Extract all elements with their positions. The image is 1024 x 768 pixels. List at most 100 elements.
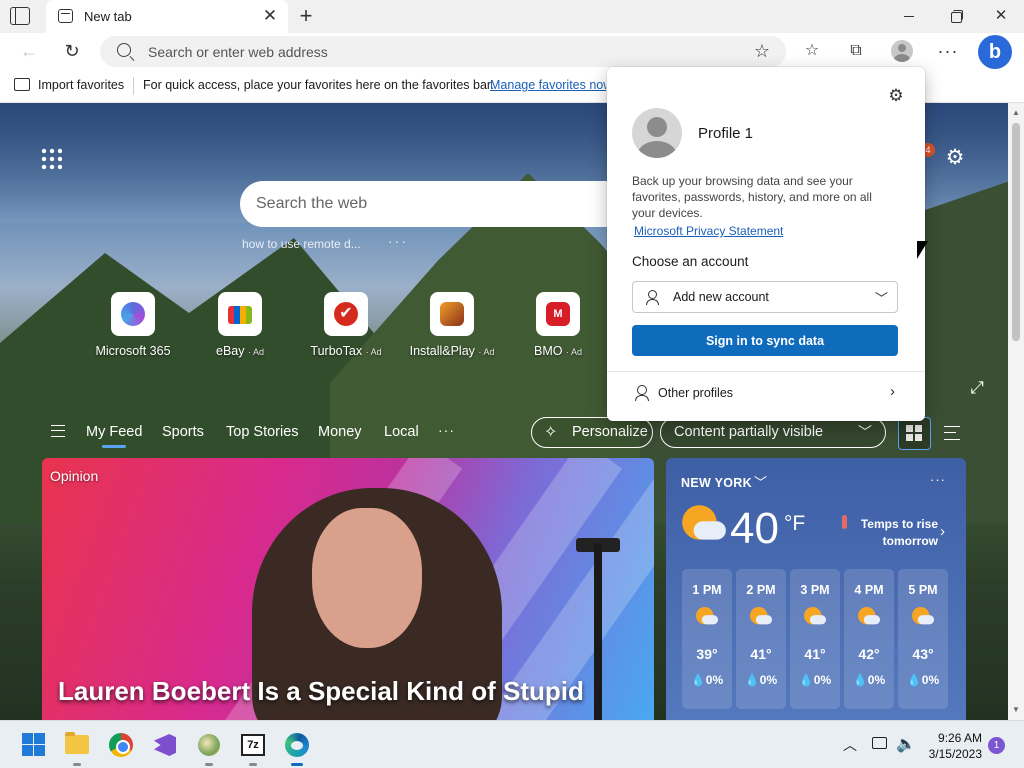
profile-name: Profile 1 <box>698 125 754 142</box>
profile-settings-icon[interactable]: ⚙ <box>887 87 905 105</box>
back-icon[interactable]: ← <box>14 37 44 65</box>
clock[interactable]: 9:26 AM 3/15/2023 <box>918 730 982 762</box>
tab-top-stories[interactable]: Top Stories <box>226 424 299 440</box>
tab-actions-icon[interactable] <box>10 7 30 25</box>
quick-link-label: Install&Play <box>409 344 475 358</box>
volume-icon[interactable]: 🔈 <box>896 734 916 754</box>
app-launcher-icon[interactable] <box>40 147 62 169</box>
turbotax-icon: ✔ <box>334 302 358 326</box>
quick-link-install-play[interactable]: Install&Play · Ad <box>399 292 505 358</box>
more-icon[interactable]: ··· <box>932 37 964 65</box>
tab-local[interactable]: Local <box>384 424 419 440</box>
manage-favorites-link[interactable]: Manage favorites now <box>490 78 606 92</box>
personalize-button[interactable]: ✧ Personalize <box>531 417 653 448</box>
chevron-right-icon[interactable]: › <box>940 523 945 540</box>
quick-link-tile <box>430 292 474 336</box>
tab-sports[interactable]: Sports <box>162 424 204 440</box>
app-icon <box>198 734 220 756</box>
forecast-temperature: 43° <box>912 646 934 662</box>
tab-my-feed[interactable]: My Feed <box>86 424 142 448</box>
sign-in-sync-button[interactable]: Sign in to sync data <box>632 325 898 356</box>
temperature-unit[interactable]: °F <box>784 512 805 536</box>
quick-link-turbotax[interactable]: ✔ TurboTax · Ad <box>293 292 399 358</box>
more-tabs-icon[interactable]: ··· <box>438 422 455 438</box>
person-icon <box>646 290 659 305</box>
refresh-icon[interactable]: ↻ <box>57 37 87 65</box>
import-favorites-button[interactable]: Import favorites <box>38 78 124 92</box>
quick-link-microsoft-365[interactable]: Microsoft 365 <box>80 292 186 358</box>
account-dropdown[interactable]: Add new account ﹀ <box>632 281 898 313</box>
scroll-thumb[interactable] <box>1012 123 1020 341</box>
scroll-down-icon[interactable]: ▼ <box>1008 704 1024 716</box>
edge-icon <box>285 733 309 757</box>
tab-new-tab[interactable]: New tab ✕ <box>46 0 288 33</box>
new-tab-icon[interactable]: + <box>294 4 318 28</box>
quick-link-bmo[interactable]: M BMO · Ad <box>505 292 611 358</box>
taskbar-app-button[interactable] <box>193 729 225 766</box>
chevron-down-icon[interactable]: ﹀ <box>754 472 767 491</box>
article-headline[interactable]: Lauren Boebert Is a Special Kind of Stup… <box>58 676 584 707</box>
visual-studio-button[interactable] <box>149 729 181 761</box>
bing-chat-icon[interactable]: b <box>978 35 1012 69</box>
thermometer-icon <box>842 515 847 529</box>
menu-icon[interactable] <box>51 425 65 437</box>
hourly-forecast[interactable]: 3 PM 41° 💧0% <box>790 569 840 709</box>
edge-button[interactable] <box>281 729 313 766</box>
hourly-forecast[interactable]: 1 PM 39° 💧0% <box>682 569 732 709</box>
weather-card[interactable]: NEW YORK ﹀ ··· 40 °F Temps to rise tomor… <box>666 458 966 720</box>
content-visibility-label: Content partially visible <box>674 424 824 440</box>
cloud-shape <box>809 615 827 625</box>
hourly-forecast[interactable]: 4 PM 42° 💧0% <box>844 569 894 709</box>
close-tab-icon[interactable]: ✕ <box>260 6 280 26</box>
grid-view-icon[interactable] <box>898 417 931 450</box>
trending-search[interactable]: how to use remote d... <box>242 237 361 251</box>
quick-link-ebay[interactable]: eBay · Ad <box>187 292 293 358</box>
list-view-icon[interactable] <box>944 426 960 440</box>
address-bar[interactable]: ☆ <box>100 36 786 67</box>
forecast-temperature: 39° <box>696 646 718 662</box>
partly-cloudy-icon <box>696 607 719 629</box>
bmo-icon: M <box>546 302 570 326</box>
web-search-input[interactable] <box>256 193 606 215</box>
hourly-forecast[interactable]: 2 PM 41° 💧0% <box>736 569 786 709</box>
avatar <box>632 108 682 158</box>
restore-button[interactable] <box>932 0 978 33</box>
chevron-down-icon: ﹀ <box>858 424 872 440</box>
trending-more-icon[interactable]: ··· <box>388 233 408 249</box>
7zip-button[interactable]: 7z <box>237 729 269 766</box>
other-profiles-button[interactable]: Other profiles › <box>607 372 925 414</box>
expand-icon[interactable]: ⤢ <box>968 379 986 397</box>
notification-badge[interactable]: 1 <box>988 737 1005 754</box>
weather-note[interactable]: Temps to rise tomorrow <box>858 516 938 550</box>
hourly-forecast[interactable]: 5 PM 43° 💧0% <box>898 569 948 709</box>
sparkle-edit-icon: ✧ <box>544 424 558 441</box>
tab-money[interactable]: Money <box>318 424 362 440</box>
more-icon[interactable]: ··· <box>930 472 946 487</box>
scroll-up-icon[interactable]: ▲ <box>1008 107 1024 119</box>
profile-button[interactable] <box>886 37 918 65</box>
weather-location[interactable]: NEW YORK <box>681 476 752 490</box>
add-favorite-icon[interactable]: ☆ <box>751 40 773 62</box>
privacy-statement-link[interactable]: Microsoft Privacy Statement <box>634 224 783 238</box>
chevron-right-icon: › <box>890 383 895 400</box>
browser-toolbar: ← ↻ ☆ ☆ ⧉ ··· b <box>0 33 1024 70</box>
page-settings-icon[interactable]: ⚙ <box>944 147 966 169</box>
minimize-button[interactable] <box>886 0 932 33</box>
hero-article-card[interactable]: Opinion Lauren Boebert Is a Special Kind… <box>42 458 654 720</box>
network-icon[interactable] <box>872 737 887 749</box>
collections-icon[interactable]: ⧉ <box>840 37 872 65</box>
show-hidden-icons-icon[interactable]: ︿ <box>843 735 857 755</box>
visual-studio-icon <box>154 734 176 756</box>
chrome-button[interactable] <box>105 729 137 761</box>
file-explorer-button[interactable] <box>61 729 93 766</box>
forecast-hour: 5 PM <box>908 583 938 597</box>
address-input[interactable] <box>148 42 728 62</box>
web-search-box[interactable] <box>240 181 650 227</box>
other-profiles-label: Other profiles <box>658 386 734 400</box>
quick-link-label: TurboTax <box>310 344 363 358</box>
close-window-button[interactable]: ✕ <box>978 0 1024 33</box>
content-visibility-dropdown[interactable]: Content partially visible ﹀ <box>660 417 886 448</box>
start-button[interactable] <box>20 729 52 761</box>
favorites-icon[interactable]: ☆ <box>796 37 828 65</box>
page-scrollbar[interactable]: ▲ ▼ <box>1008 103 1024 720</box>
